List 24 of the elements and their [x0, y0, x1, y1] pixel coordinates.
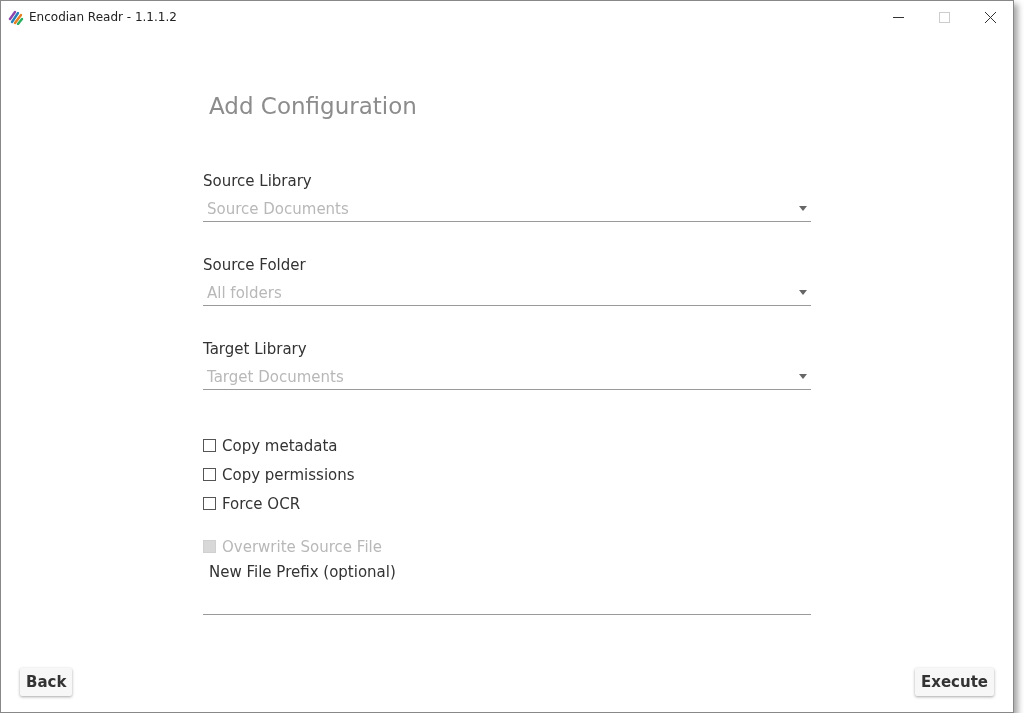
checkbox[interactable]: [203, 439, 216, 452]
field-label: Target Library: [203, 340, 307, 358]
app-logo-icon: [8, 9, 24, 25]
checkbox-label: Force OCR: [222, 494, 301, 513]
action-button[interactable]: Execute: [915, 668, 994, 696]
checkbox[interactable]: [203, 468, 216, 481]
field-label: Source Library: [203, 172, 312, 190]
page-heading: Add Configuration: [209, 93, 418, 119]
close-icon: [984, 11, 996, 23]
checkbox[interactable]: [203, 497, 216, 510]
dropdown-field[interactable]: All folders: [203, 280, 811, 306]
checkbox-label: Copy permissions: [222, 465, 355, 484]
checkbox-label: Copy metadata: [222, 436, 338, 455]
dropdown-caret-icon: [799, 374, 807, 379]
field-label: New File Prefix (optional): [209, 563, 397, 581]
dropdown-caret-icon: [799, 290, 807, 295]
dropdown-field[interactable]: Source Documents: [203, 196, 811, 222]
window-title: Encodian Readr - 1.1.1.2: [29, 10, 178, 24]
field-label: Source Folder: [203, 256, 306, 274]
checkbox-label: Overwrite Source File: [222, 537, 382, 556]
dropdown-caret-icon: [799, 206, 807, 211]
action-button[interactable]: Back: [20, 668, 73, 696]
maximize-icon: [938, 11, 950, 23]
dropdown-field[interactable]: Target Documents: [203, 364, 811, 390]
